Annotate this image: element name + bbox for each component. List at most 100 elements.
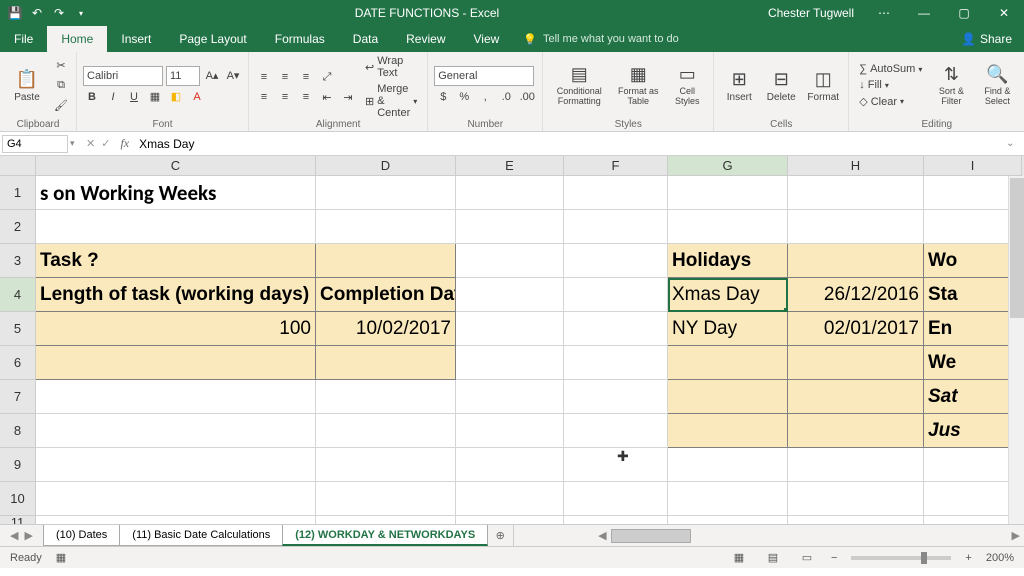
cell-g10[interactable] xyxy=(668,482,788,516)
format-cells-button[interactable]: ◫ Format xyxy=(804,56,842,116)
col-header-f[interactable]: F xyxy=(564,156,668,176)
cell-g3[interactable]: Holidays xyxy=(668,244,788,278)
cell-g6[interactable] xyxy=(668,346,788,380)
format-painter-icon[interactable]: 🖌 xyxy=(52,97,70,115)
cell-e2[interactable] xyxy=(456,210,564,244)
align-top-icon[interactable]: ≡ xyxy=(255,68,273,86)
cell-h8[interactable] xyxy=(788,414,924,448)
increase-decimal-icon[interactable]: .0 xyxy=(497,88,515,106)
page-break-view-icon[interactable]: ▭ xyxy=(797,550,817,566)
cell-e9[interactable] xyxy=(456,448,564,482)
cell-c2[interactable] xyxy=(36,210,316,244)
user-name[interactable]: Chester Tugwell xyxy=(758,6,864,20)
tab-review[interactable]: Review xyxy=(392,26,459,52)
h-scroll-left-icon[interactable]: ◀ xyxy=(594,529,610,542)
cell-g11[interactable] xyxy=(668,516,788,524)
cell-d9[interactable] xyxy=(316,448,456,482)
cell-c6[interactable] xyxy=(36,346,316,380)
redo-icon[interactable]: ↷ xyxy=(52,6,66,20)
ws-nav-prev-icon[interactable]: ◀ xyxy=(10,529,18,542)
delete-cells-button[interactable]: ⊟ Delete xyxy=(762,56,800,116)
cell-d4[interactable]: Completion Date xyxy=(316,278,456,312)
ws-tab-basic-date[interactable]: (11) Basic Date Calculations xyxy=(119,525,283,546)
ws-tab-dates[interactable]: (10) Dates xyxy=(43,525,120,546)
row-header-1[interactable]: 1 xyxy=(0,176,36,210)
ws-nav-next-icon[interactable]: ▶ xyxy=(24,529,32,542)
zoom-slider-thumb[interactable] xyxy=(921,552,927,564)
orientation-icon[interactable]: ⤢ xyxy=(318,68,336,86)
tab-data[interactable]: Data xyxy=(339,26,392,52)
formula-input[interactable]: Xmas Day xyxy=(133,132,1006,155)
clear-button[interactable]: ◇Clear▾ xyxy=(855,94,926,109)
row-header-5[interactable]: 5 xyxy=(0,312,36,346)
cell-c4[interactable]: Length of task (working days) xyxy=(36,278,316,312)
cell-g7[interactable] xyxy=(668,380,788,414)
cancel-formula-icon[interactable]: ✕ xyxy=(86,137,95,150)
accounting-icon[interactable]: $ xyxy=(434,88,452,106)
cell-e1[interactable] xyxy=(456,176,564,210)
cell-d7[interactable] xyxy=(316,380,456,414)
cell-g8[interactable] xyxy=(668,414,788,448)
cell-f4[interactable] xyxy=(564,278,668,312)
decrease-font-icon[interactable]: A▾ xyxy=(224,67,242,85)
qat-customize-icon[interactable]: ▾ xyxy=(74,6,88,20)
cell-c5[interactable]: 100 xyxy=(36,312,316,346)
spreadsheet-grid[interactable]: C D E F G H I 1 s on Working Weeks 2 xyxy=(0,156,1024,524)
cell-h2[interactable] xyxy=(788,210,924,244)
cell-f9[interactable] xyxy=(564,448,668,482)
add-sheet-icon[interactable]: ⊕ xyxy=(487,525,513,546)
cell-h3[interactable] xyxy=(788,244,924,278)
cell-h9[interactable] xyxy=(788,448,924,482)
autosum-button[interactable]: ∑AutoSum▾ xyxy=(855,62,926,76)
tab-page-layout[interactable]: Page Layout xyxy=(165,26,260,52)
align-center-icon[interactable]: ≡ xyxy=(276,88,294,106)
cell-g9[interactable] xyxy=(668,448,788,482)
ws-tab-workday-networkdays[interactable]: (12) WORKDAY & NETWORKDAYS xyxy=(282,525,488,546)
row-header-3[interactable]: 3 xyxy=(0,244,36,278)
cell-h5[interactable]: 02/01/2017 xyxy=(788,312,924,346)
col-header-d[interactable]: D xyxy=(316,156,456,176)
share-button[interactable]: 👤 Share xyxy=(949,26,1024,52)
cell-h7[interactable] xyxy=(788,380,924,414)
page-layout-view-icon[interactable]: ▤ xyxy=(763,550,783,566)
horizontal-scrollbar[interactable]: ◀ ▶ xyxy=(513,525,1024,546)
insert-cells-button[interactable]: ⊞ Insert xyxy=(720,56,758,116)
ribbon-options-icon[interactable]: ⋯ xyxy=(864,0,904,26)
cell-f5[interactable] xyxy=(564,312,668,346)
font-name-select[interactable]: Calibri xyxy=(83,66,163,86)
cell-h11[interactable] xyxy=(788,516,924,524)
italic-button[interactable]: I xyxy=(104,88,122,106)
wrap-text-button[interactable]: ↩Wrap Text xyxy=(361,54,421,80)
zoom-level[interactable]: 200% xyxy=(986,552,1014,564)
col-header-e[interactable]: E xyxy=(456,156,564,176)
normal-view-icon[interactable]: ▦ xyxy=(729,550,749,566)
row-header-10[interactable]: 10 xyxy=(0,482,36,516)
name-box[interactable]: G4 xyxy=(2,135,68,153)
maximize-icon[interactable]: ▢ xyxy=(944,0,984,26)
cell-h6[interactable] xyxy=(788,346,924,380)
cell-f10[interactable] xyxy=(564,482,668,516)
save-icon[interactable]: 💾 xyxy=(8,6,22,20)
tab-view[interactable]: View xyxy=(460,26,514,52)
tab-file[interactable]: File xyxy=(0,26,47,52)
cell-d2[interactable] xyxy=(316,210,456,244)
select-all-corner[interactable] xyxy=(0,156,36,176)
row-header-6[interactable]: 6 xyxy=(0,346,36,380)
cell-c9[interactable] xyxy=(36,448,316,482)
cell-d5[interactable]: 10/02/2017 xyxy=(316,312,456,346)
row-header-11[interactable]: 11 xyxy=(0,516,36,524)
cell-f7[interactable] xyxy=(564,380,668,414)
cell-c11[interactable] xyxy=(36,516,316,524)
cell-styles-button[interactable]: ▭ Cell Styles xyxy=(667,56,707,116)
cell-c10[interactable] xyxy=(36,482,316,516)
undo-icon[interactable]: ↶ xyxy=(30,6,44,20)
conditional-formatting-button[interactable]: ▤ Conditional Formatting xyxy=(549,56,609,116)
col-header-h[interactable]: H xyxy=(788,156,924,176)
cell-d11[interactable] xyxy=(316,516,456,524)
minimize-icon[interactable]: — xyxy=(904,0,944,26)
zoom-in-icon[interactable]: + xyxy=(965,552,971,564)
fill-button[interactable]: ↓Fill▾ xyxy=(855,78,926,92)
cell-f2[interactable] xyxy=(564,210,668,244)
cell-e4[interactable] xyxy=(456,278,564,312)
h-scroll-thumb[interactable] xyxy=(611,529,691,543)
